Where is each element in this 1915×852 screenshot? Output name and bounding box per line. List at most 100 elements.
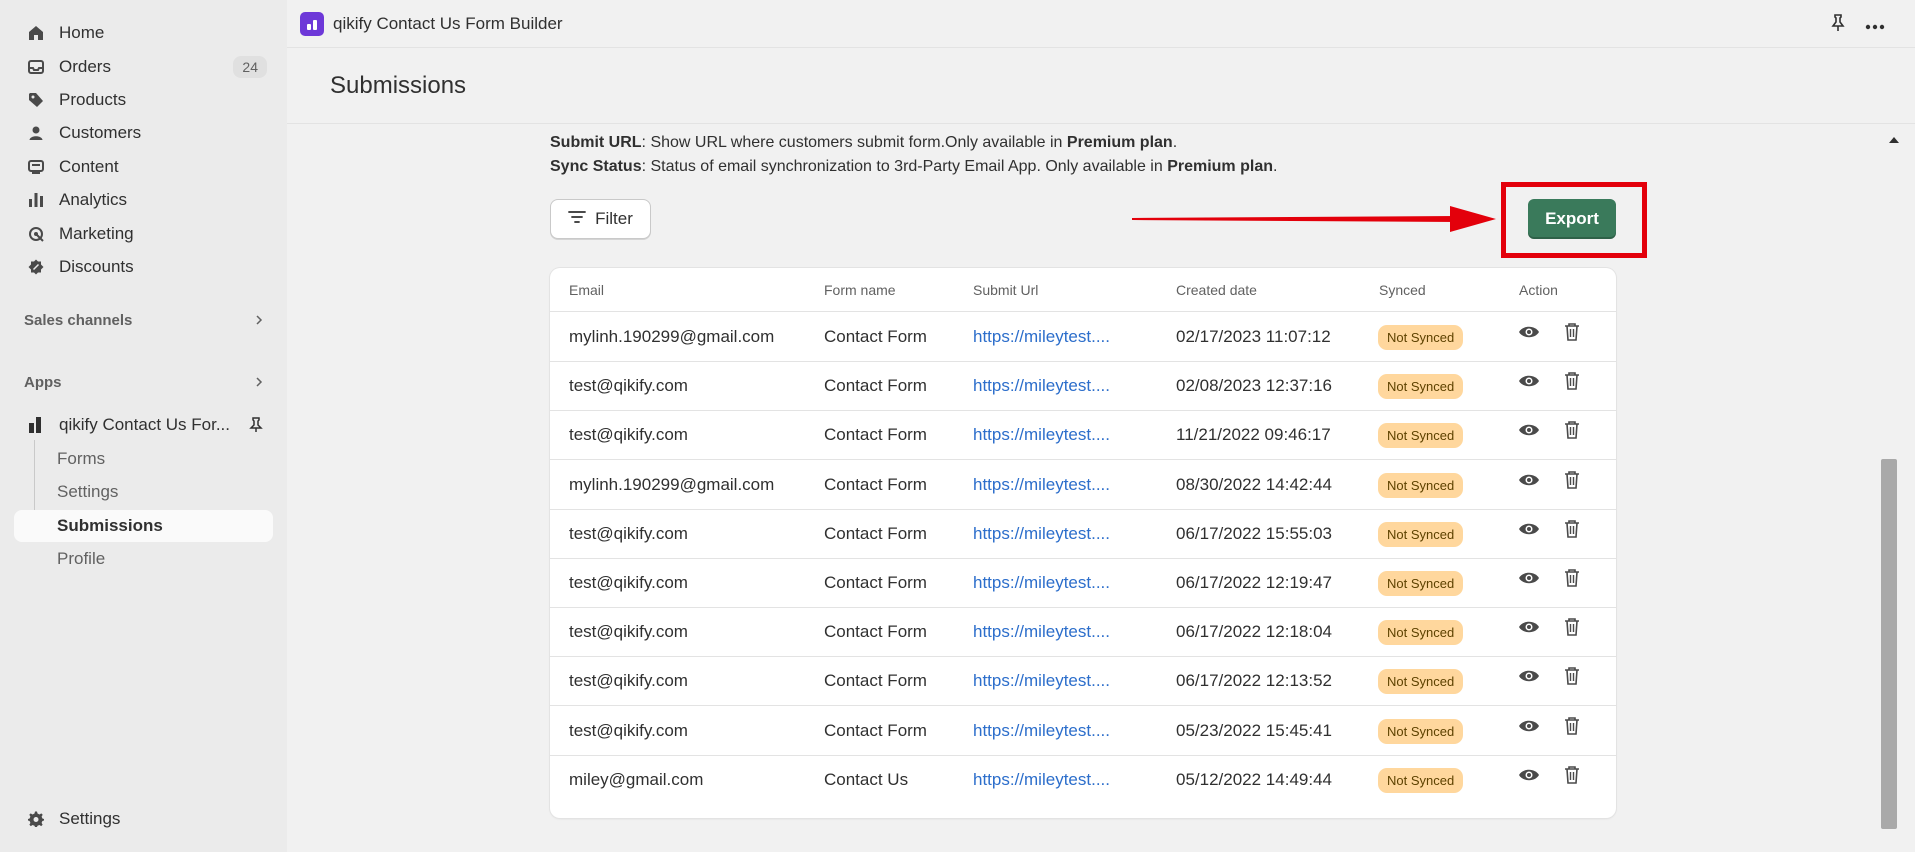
nav-analytics[interactable]: Analytics	[14, 184, 273, 216]
submissions-table: Email Form name Submit Url Created date …	[550, 268, 1616, 818]
apps-header[interactable]: Apps	[24, 374, 264, 391]
cell-email: mylinh.190299@gmail.com	[569, 474, 775, 494]
submit-url-link[interactable]: https://mileytest....	[973, 376, 1110, 396]
pin-icon[interactable]	[249, 417, 263, 438]
nav-products[interactable]: Products	[14, 84, 273, 116]
delete-trash-icon[interactable]	[1564, 569, 1580, 592]
view-eye-icon[interactable]	[1518, 423, 1540, 442]
submit-url-link[interactable]: https://mileytest....	[973, 770, 1110, 790]
filter-button[interactable]: Filter	[550, 199, 651, 239]
submit-url-link[interactable]: https://mileytest....	[973, 671, 1110, 691]
nav-label: Products	[59, 90, 127, 109]
filter-label: Filter	[595, 209, 633, 228]
page-title: Submissions	[330, 72, 467, 99]
cell-email: test@qikify.com	[569, 376, 688, 396]
premium-plan-text: Premium plan	[1167, 158, 1273, 175]
export-button[interactable]: Export	[1528, 199, 1616, 239]
pin-icon[interactable]	[1831, 14, 1845, 37]
cell-form-name: Contact Form	[824, 425, 927, 445]
nav-discounts[interactable]: Discounts	[14, 251, 273, 283]
submit-url-link[interactable]: https://mileytest....	[973, 721, 1110, 741]
table-row: test@qikify.com Contact Form https://miley…	[550, 657, 1616, 707]
cell-form-name: Contact Us	[824, 769, 909, 789]
nav-label: Customers	[59, 123, 142, 142]
table-row: test@qikify.com Contact Form https://miley…	[550, 559, 1616, 608]
table-row: miley@gmail.com Contact Us https://mileyte…	[550, 756, 1616, 805]
submit-url-link[interactable]: https://mileytest....	[973, 573, 1110, 593]
delete-trash-icon[interactable]	[1564, 421, 1580, 444]
nav-settings[interactable]: Settings	[14, 803, 273, 835]
table-row: test@qikify.com Contact Form https://miley…	[550, 411, 1616, 461]
delete-trash-icon[interactable]	[1564, 716, 1580, 740]
app-topbar: qikify Contact Us Form Builder	[287, 0, 1915, 48]
delete-trash-icon[interactable]	[1564, 519, 1580, 543]
submit-url-link[interactable]: https://mileytest....	[973, 524, 1110, 544]
marketing-icon	[26, 224, 46, 244]
sub-item-profile[interactable]: Profile	[14, 543, 273, 575]
th-synced: Synced	[1379, 282, 1426, 298]
delete-trash-icon[interactable]	[1564, 372, 1580, 395]
chevron-right-icon	[254, 312, 264, 329]
cell-email: miley@gmail.com	[569, 769, 704, 789]
view-eye-icon[interactable]	[1518, 571, 1540, 590]
delete-trash-icon[interactable]	[1564, 765, 1580, 789]
submit-url-link[interactable]: https://mileytest....	[973, 622, 1110, 642]
status-badge: Not Synced	[1378, 767, 1464, 793]
sub-item-settings[interactable]: Settings	[14, 476, 273, 508]
cell-created-date: 05/23/2022 15:45:41	[1176, 720, 1332, 740]
sales-channels-header[interactable]: Sales channels	[24, 312, 264, 329]
view-eye-icon[interactable]	[1518, 522, 1540, 541]
nav-label: Discounts	[59, 257, 134, 276]
nav-marketing[interactable]: Marketing	[14, 218, 273, 250]
orders-icon	[26, 57, 46, 77]
view-eye-icon[interactable]	[1518, 325, 1540, 344]
nav-orders[interactable]: Orders 24	[14, 51, 273, 83]
period: .	[1273, 158, 1278, 175]
apps-label: Apps	[24, 374, 62, 391]
cell-form-name: Contact Form	[824, 327, 927, 346]
cell-email: test@qikify.com	[569, 523, 688, 543]
sub-item-label: Submissions	[57, 516, 163, 535]
view-eye-icon[interactable]	[1518, 719, 1540, 738]
view-eye-icon[interactable]	[1518, 374, 1540, 393]
table-row: mylinh.190299@gmail.com Contact Form https…	[550, 313, 1616, 362]
status-badge: Not Synced	[1378, 521, 1464, 547]
more-options-icon[interactable]	[1865, 17, 1885, 35]
discount-icon	[26, 257, 46, 277]
view-eye-icon[interactable]	[1518, 768, 1540, 787]
nav-label: Content	[59, 157, 119, 176]
table-header: Email Form name Submit Url Created date …	[550, 268, 1616, 312]
cell-email: test@qikify.com	[569, 622, 688, 642]
nav-content[interactable]: Content	[14, 151, 273, 183]
sales-channels-label: Sales channels	[24, 312, 133, 329]
delete-trash-icon[interactable]	[1564, 667, 1580, 690]
nav-customers[interactable]: Customers	[14, 117, 273, 149]
submit-url-link[interactable]: https://mileytest....	[973, 327, 1110, 347]
gear-icon	[26, 809, 46, 829]
sync-status-info: Sync Status: Status of email synchroniza…	[550, 158, 1277, 176]
sub-item-submissions[interactable]: Submissions	[14, 510, 273, 542]
cell-created-date: 02/08/2023 12:37:16	[1176, 376, 1332, 396]
app-qikify-contact[interactable]: qikify Contact Us For...	[14, 409, 273, 441]
view-eye-icon[interactable]	[1518, 620, 1540, 639]
cell-created-date: 06/17/2022 15:55:03	[1176, 523, 1332, 543]
page-header: Submissions	[287, 48, 1915, 124]
th-created-date: Created date	[1176, 282, 1257, 298]
scrollbar-thumb[interactable]	[1881, 459, 1897, 829]
nav-label: Marketing	[59, 224, 134, 243]
cell-created-date: 06/17/2022 12:19:47	[1176, 573, 1332, 592]
cell-email: test@qikify.com	[569, 573, 688, 592]
submit-url-link[interactable]: https://mileytest....	[973, 425, 1110, 445]
delete-trash-icon[interactable]	[1564, 470, 1580, 494]
sub-item-forms[interactable]: Forms	[14, 443, 273, 475]
view-eye-icon[interactable]	[1518, 669, 1540, 688]
scroll-up-icon[interactable]	[1889, 130, 1899, 148]
sub-item-label: Profile	[57, 549, 106, 568]
view-eye-icon[interactable]	[1518, 473, 1540, 492]
cell-email: mylinh.190299@gmail.com	[569, 327, 775, 346]
submit-url-link[interactable]: https://mileytest....	[973, 475, 1110, 495]
sync-status-text: : Status of email synchronization to 3rd…	[641, 158, 1168, 175]
delete-trash-icon[interactable]	[1564, 323, 1580, 346]
delete-trash-icon[interactable]	[1564, 618, 1580, 641]
nav-home[interactable]: Home	[14, 17, 273, 49]
